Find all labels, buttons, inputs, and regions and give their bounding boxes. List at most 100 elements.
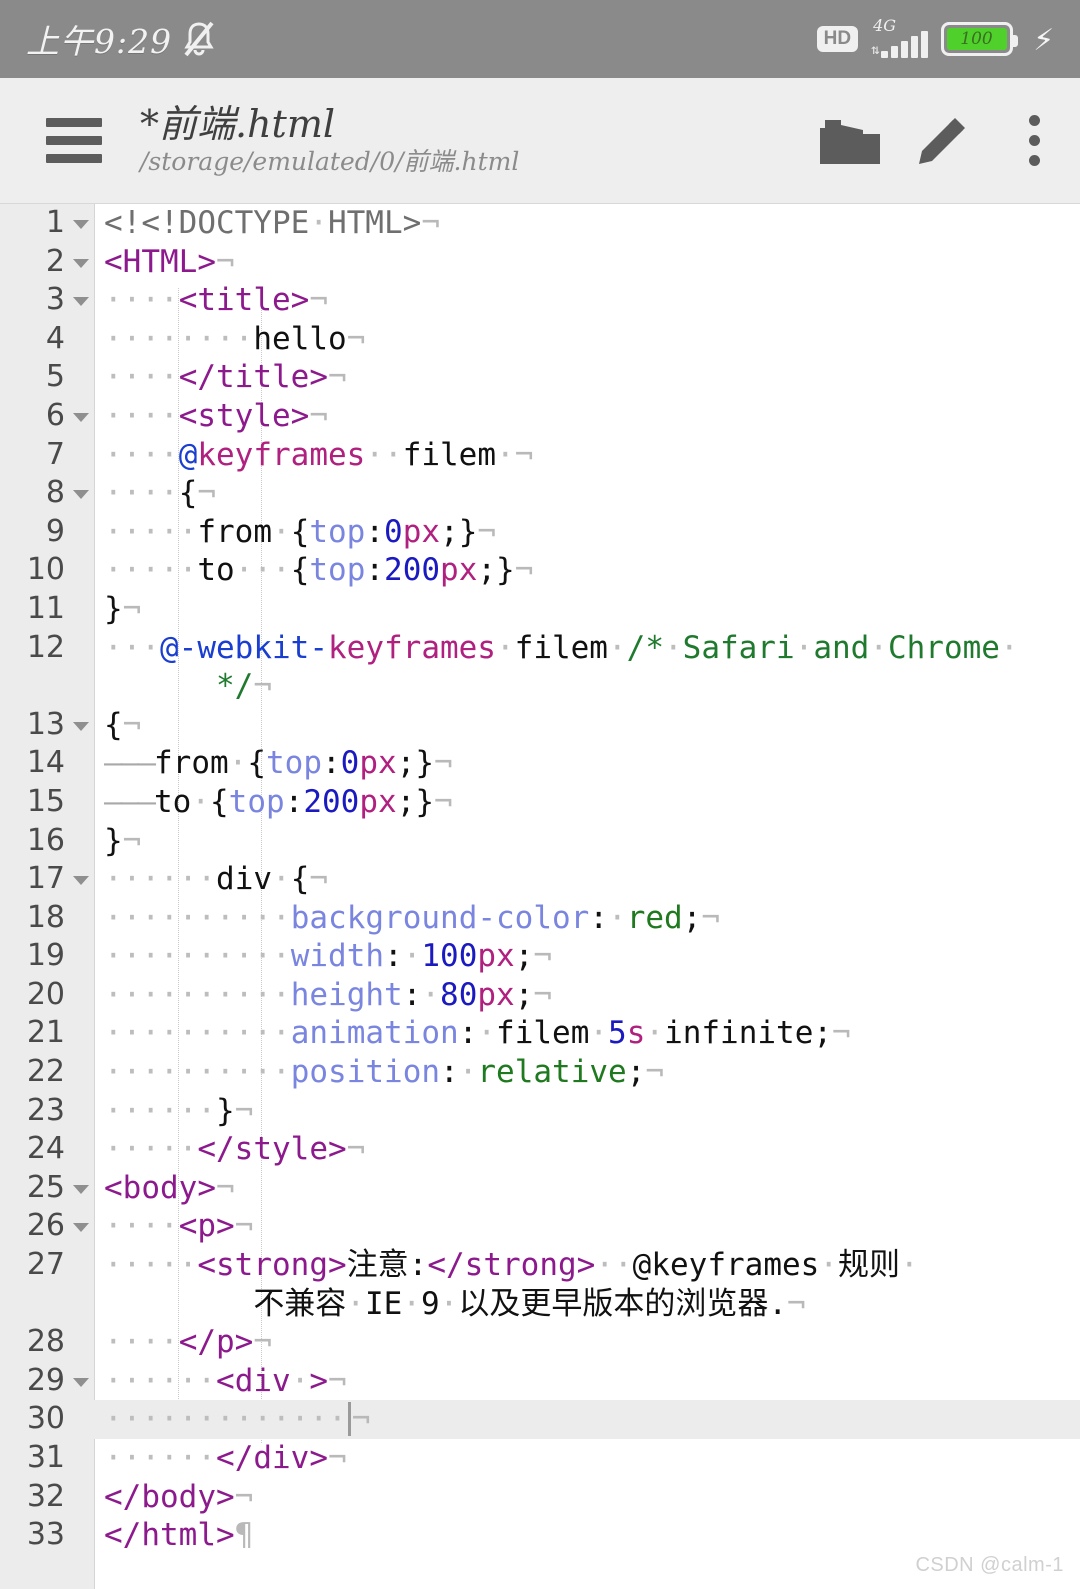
code-line-row[interactable]: 8 ····{¬ (0, 474, 1080, 513)
fold-triangle-icon[interactable] (73, 490, 89, 500)
code-line-text[interactable]: ········hello¬ (95, 320, 1080, 359)
code-line-text[interactable]: ———from·{top:0px;}¬ (95, 744, 1080, 783)
code-line-text[interactable]: ·····<strong>注意:</strong>··@keyframes·规则… (95, 1246, 1080, 1323)
fold-triangle-icon[interactable] (73, 258, 89, 268)
line-number: 12 (26, 629, 65, 665)
code-line-text[interactable]: ··········width:·100px;¬ (95, 937, 1080, 976)
code-line-text[interactable]: {¬ (95, 706, 1080, 745)
hamburger-menu-icon[interactable] (46, 109, 102, 172)
code-line-row[interactable]: 22 ··········position:·relative;¬ (0, 1053, 1080, 1092)
code-line-text[interactable]: }¬ (95, 590, 1080, 629)
code-line-row[interactable]: 32 </body>¬ (0, 1478, 1080, 1517)
code-line-row[interactable]: 4 ········hello¬ (0, 320, 1080, 359)
code-line-text[interactable]: <!<!DOCTYPE·HTML>¬ (95, 204, 1080, 243)
code-line-row[interactable]: 11}¬ (0, 590, 1080, 629)
line-number: 15 (26, 783, 65, 819)
kebab-menu-icon[interactable] (988, 115, 1080, 166)
code-lines[interactable]: 1 <!<!DOCTYPE·HTML>¬ 2 <HTML>¬ 3 ····<title>¬… (0, 204, 1080, 1555)
fold-triangle-icon[interactable] (73, 721, 89, 731)
fold-triangle-icon[interactable] (73, 297, 89, 307)
line-number: 5 (45, 359, 65, 395)
code-line-text[interactable]: ····<style>¬ (95, 397, 1080, 436)
line-number: 8 (0, 474, 95, 513)
fold-triangle-icon[interactable] (73, 1223, 89, 1233)
code-line-text[interactable]: ····{¬ (95, 474, 1080, 513)
code-line-text[interactable]: </html>¶ (95, 1516, 1080, 1555)
line-number: 32 (26, 1478, 65, 1514)
code-line-row[interactable]: 15 ———to·{top:200px;}¬ (0, 783, 1080, 822)
code-line-text[interactable]: ····</p>¬ (95, 1323, 1080, 1362)
code-line-row[interactable]: 9 ·····from·{top:0px;}¬ (0, 513, 1080, 552)
code-line-row[interactable]: 17 ······div·{¬ (0, 860, 1080, 899)
code-line-text[interactable]: ··········position:·relative;¬ (95, 1053, 1080, 1092)
page-title: *前端.html (140, 102, 336, 147)
code-line-row[interactable]: 30 ············· ¬ (0, 1400, 1080, 1439)
code-line-row[interactable]: 31 ······</div>¬ (0, 1439, 1080, 1478)
code-line-text[interactable]: ····</title>¬ (95, 358, 1080, 397)
code-line-text[interactable]: ······}¬ (95, 1092, 1080, 1131)
code-line-row[interactable]: 14 ———from·{top:0px;}¬ (0, 744, 1080, 783)
code-line-text[interactable]: ··········background-color:·red;¬ (95, 899, 1080, 938)
code-line-text[interactable]: }¬ (95, 822, 1080, 861)
line-number: 3 (0, 281, 95, 320)
code-line-row[interactable]: 19 ··········width:·100px;¬ (0, 937, 1080, 976)
code-line-row[interactable]: 13 {¬ (0, 706, 1080, 745)
code-line-row[interactable]: 6 ····<style>¬ (0, 397, 1080, 436)
battery-level-label: 100 (946, 28, 1007, 50)
code-line-row[interactable]: 2 <HTML>¬ (0, 243, 1080, 282)
code-line-row[interactable]: 12 ···@-webkit-keyframes·filem·/*·Safari·… (0, 629, 1080, 706)
code-line-row[interactable]: 20 ··········height:·80px;¬ (0, 976, 1080, 1015)
fold-triangle-icon[interactable] (73, 876, 89, 886)
code-line-row[interactable]: 27 ·····<strong>注意:</strong>··@keyframes·… (0, 1246, 1080, 1323)
code-line-row[interactable]: 3 ····<title>¬ (0, 281, 1080, 320)
code-line-row[interactable]: 21 ··········animation:·filem·5s·infinite… (0, 1014, 1080, 1053)
line-number: 17 (0, 860, 95, 899)
code-line-row[interactable]: 25 <body>¬ (0, 1169, 1080, 1208)
open-folder-icon[interactable] (804, 114, 896, 168)
code-line-text[interactable]: </body>¬ (95, 1478, 1080, 1517)
code-line-row[interactable]: 29 ······<div·>¬ (0, 1362, 1080, 1401)
code-line-text[interactable]: ····@keyframes··filem·¬ (95, 436, 1080, 475)
line-number: 27 (26, 1247, 65, 1283)
watermark-label: CSDN @calm-1 (915, 1554, 1064, 1576)
data-transfer-icon: ⇅ (871, 42, 880, 58)
line-number: 1 (0, 204, 95, 243)
code-line-text[interactable]: ··········height:·80px;¬ (95, 976, 1080, 1015)
code-line-row[interactable]: 5 ····</title>¬ (0, 358, 1080, 397)
code-line-text[interactable]: ·····</style>¬ (95, 1130, 1080, 1169)
code-line-text[interactable]: ———to·{top:200px;}¬ (95, 783, 1080, 822)
code-line-row[interactable]: 10 ·····to···{top:200px;}¬ (0, 551, 1080, 590)
code-line-text[interactable]: ············· ¬ (95, 1400, 1080, 1439)
code-line-text[interactable]: ······<div·>¬ (95, 1362, 1080, 1401)
code-line-row[interactable]: 18 ··········background-color:·red;¬ (0, 899, 1080, 938)
file-title-block[interactable]: *前端.html /storage/emulated/0/前端.html (140, 102, 519, 176)
code-line-row[interactable]: 16 }¬ (0, 822, 1080, 861)
code-line-text[interactable]: ·····to···{top:200px;}¬ (95, 551, 1080, 590)
line-number: 24 (26, 1131, 65, 1167)
fold-triangle-icon[interactable] (73, 1377, 89, 1387)
line-number: 16 (26, 822, 65, 858)
code-line-text[interactable]: ····<title>¬ (95, 281, 1080, 320)
code-line-text[interactable]: ··········animation:·filem·5s·infinite;¬ (95, 1014, 1080, 1053)
code-line-text[interactable]: <HTML>¬ (95, 243, 1080, 282)
fold-triangle-icon[interactable] (73, 220, 89, 229)
code-line-text[interactable]: ····<p>¬ (95, 1207, 1080, 1246)
code-line-row[interactable]: 33 </html>¶ (0, 1516, 1080, 1555)
pencil-edit-icon[interactable] (896, 112, 988, 170)
code-line-text[interactable]: ······</div>¬ (95, 1439, 1080, 1478)
code-line-text[interactable]: ···@-webkit-keyframes·filem·/*·Safari·an… (95, 629, 1080, 706)
code-line-row[interactable]: 23 ······}¬ (0, 1092, 1080, 1131)
code-line-text[interactable]: ······div·{¬ (95, 860, 1080, 899)
fold-triangle-icon[interactable] (73, 412, 89, 422)
code-line-row[interactable]: 24 ·····</style>¬ (0, 1130, 1080, 1169)
code-line-row[interactable]: 7 ····@keyframes··filem·¬ (0, 436, 1080, 475)
code-line-row[interactable]: 1 <!<!DOCTYPE·HTML>¬ (0, 204, 1080, 243)
code-line-row[interactable]: 26 ····<p>¬ (0, 1207, 1080, 1246)
line-number: 6 (0, 397, 95, 436)
code-line-text[interactable]: <body>¬ (95, 1169, 1080, 1208)
line-number: 18 (26, 899, 65, 935)
fold-triangle-icon[interactable] (73, 1184, 89, 1194)
code-line-row[interactable]: 28 ····</p>¬ (0, 1323, 1080, 1362)
code-editor[interactable]: 1 <!<!DOCTYPE·HTML>¬ 2 <HTML>¬ 3 ····<title>¬… (0, 204, 1080, 1589)
code-line-text[interactable]: ·····from·{top:0px;}¬ (95, 513, 1080, 552)
